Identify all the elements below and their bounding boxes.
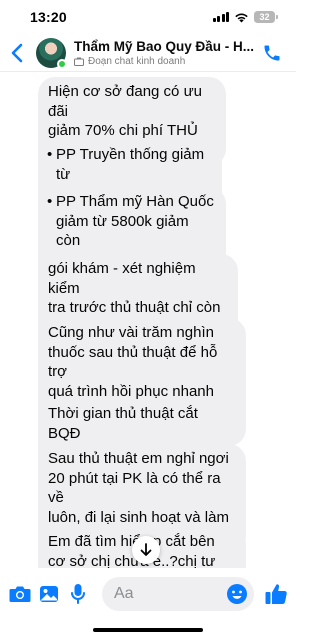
- battery-icon: 32: [254, 11, 278, 23]
- microphone-icon: [71, 584, 86, 604]
- avatar[interactable]: [36, 37, 67, 69]
- camera-button[interactable]: [8, 581, 31, 607]
- status-time: 13:20: [30, 9, 67, 25]
- like-button[interactable]: [264, 582, 288, 606]
- battery-level: 32: [254, 11, 275, 23]
- emoji-icon: [226, 584, 247, 604]
- chat-header: Thẩm Mỹ Bao Quy Đầu - H... Đoạn chat kin…: [0, 34, 296, 72]
- camera-icon: [9, 586, 31, 602]
- header-text[interactable]: Thẩm Mỹ Bao Quy Đầu - H... Đoạn chat kin…: [74, 38, 274, 68]
- status-bar: 13:20 32: [0, 0, 296, 34]
- message-list[interactable]: Hiện cơ sở đang có ưu đãi giảm 70% chi p…: [0, 72, 296, 568]
- gallery-button[interactable]: [37, 581, 60, 607]
- status-icons: 32: [212, 11, 278, 23]
- message-input[interactable]: [113, 585, 224, 603]
- briefcase-icon: [74, 57, 84, 66]
- emoji-button[interactable]: [226, 583, 248, 605]
- home-indicator: [93, 628, 203, 632]
- message-input-box[interactable]: [101, 577, 254, 611]
- composer-bar: [0, 568, 296, 620]
- contact-name: Thẩm Mỹ Bao Quy Đầu - H...: [74, 38, 255, 54]
- chevron-left-icon: [11, 43, 23, 62]
- header-subtitle: Đoạn chat kinh doanh: [88, 55, 186, 67]
- wifi-icon: [234, 12, 249, 23]
- signal-icon: [212, 12, 229, 22]
- arrow-down-icon: [140, 543, 152, 556]
- phone-icon: [264, 45, 280, 61]
- microphone-button[interactable]: [67, 581, 90, 607]
- call-button[interactable]: [262, 43, 282, 63]
- back-button[interactable]: [2, 34, 32, 72]
- business-chat-label: Đoạn chat kinh doanh: [74, 55, 274, 68]
- image-icon: [39, 586, 58, 602]
- online-status-dot: [57, 58, 67, 69]
- scroll-to-bottom-button[interactable]: [132, 536, 160, 564]
- thumbs-up-icon: [265, 584, 287, 604]
